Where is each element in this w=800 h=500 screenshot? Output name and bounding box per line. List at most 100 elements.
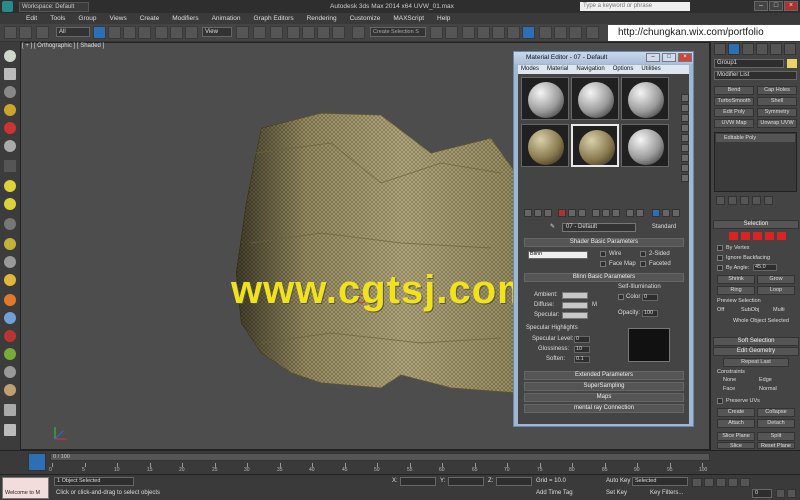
mirror-icon[interactable]: [430, 26, 443, 39]
spinner-snap-icon[interactable]: [332, 26, 345, 39]
select-by-material-icon[interactable]: [681, 164, 689, 172]
menu-graph-editors[interactable]: Graph Editors: [254, 15, 294, 22]
background-icon[interactable]: [681, 114, 689, 122]
object-name-field[interactable]: Group1: [714, 59, 784, 68]
teapot-tool-icon[interactable]: [4, 122, 16, 134]
soft-selection-rollout[interactable]: Soft Selection: [713, 337, 799, 346]
preview-off-radio[interactable]: Off: [717, 307, 724, 313]
constraint-face-radio[interactable]: Face: [723, 386, 735, 392]
keyboard-shortcut-icon[interactable]: [270, 26, 283, 39]
symmetry-button[interactable]: Symmetry: [757, 108, 797, 117]
me-menu-modes[interactable]: Modes: [521, 65, 539, 74]
helper-icon[interactable]: [4, 366, 16, 378]
by-angle-checkbox[interactable]: [717, 265, 723, 271]
sample-slot-6[interactable]: [621, 124, 669, 167]
torus-icon[interactable]: [4, 104, 16, 116]
show-map-icon[interactable]: [602, 209, 610, 217]
sphere-icon[interactable]: [4, 50, 16, 62]
systems-icon[interactable]: [4, 404, 16, 416]
sample-slot-5[interactable]: [571, 124, 619, 167]
ring-button[interactable]: Ring: [717, 286, 755, 295]
window-crossing-icon[interactable]: [138, 26, 151, 39]
menu-modifiers[interactable]: Modifiers: [172, 15, 198, 22]
ignore-backfacing-checkbox[interactable]: [717, 255, 723, 261]
time-slider[interactable]: 0 / 100: [50, 453, 710, 461]
sample-slot-4[interactable]: [521, 124, 569, 167]
spec-level-value[interactable]: 0: [574, 336, 590, 343]
me-menu-options[interactable]: Options: [613, 65, 634, 74]
align-icon[interactable]: [445, 26, 458, 39]
zoom-icon[interactable]: [776, 489, 785, 498]
me-minimize-button[interactable]: –: [646, 53, 660, 62]
split-button[interactable]: Split: [757, 432, 795, 441]
grow-button[interactable]: Grow: [757, 275, 795, 284]
box-icon[interactable]: [4, 68, 16, 80]
auto-key-button[interactable]: Auto Key: [606, 478, 630, 484]
paint-icon[interactable]: [4, 312, 16, 324]
maximize-button[interactable]: □: [769, 1, 783, 11]
assign-to-selection-icon[interactable]: [544, 209, 552, 217]
make-preview-icon[interactable]: [681, 144, 689, 152]
modify-tab-icon[interactable]: [728, 43, 740, 55]
active-toggle-icon[interactable]: [652, 209, 660, 217]
hierarchy-tab-icon[interactable]: [742, 43, 754, 55]
selection-filter-dropdown[interactable]: All: [56, 27, 90, 37]
modifier-list-dropdown[interactable]: Modifier List: [714, 71, 797, 80]
preview-multi-radio[interactable]: Multi: [773, 307, 785, 313]
menu-tools[interactable]: Tools: [50, 15, 65, 22]
display-tab-icon[interactable]: [770, 43, 782, 55]
viewport-label[interactable]: [ + ] [ Orthographic ] [ Shaded ]: [22, 43, 104, 49]
menu-edit[interactable]: Edit: [26, 15, 37, 22]
constraint-normal-radio[interactable]: Normal: [759, 386, 777, 392]
cap-holes-button[interactable]: Cap Holes: [757, 86, 797, 95]
shader-basic-rollout[interactable]: Shader Basic Parameters: [524, 238, 684, 247]
glossiness-value[interactable]: 10: [574, 346, 590, 353]
me-close-button[interactable]: ×: [678, 53, 692, 62]
extended-params-rollout[interactable]: Extended Parameters: [524, 371, 684, 380]
unwrap-uvw-button[interactable]: Unwrap UVW: [757, 119, 797, 128]
percent-snap-icon[interactable]: [317, 26, 330, 39]
menu-views[interactable]: Views: [109, 15, 126, 22]
scale-icon[interactable]: [185, 26, 198, 39]
remove-modifier-icon[interactable]: [752, 196, 761, 205]
supersampling-rollout[interactable]: SuperSampling: [524, 382, 684, 391]
particle-icon[interactable]: [4, 330, 16, 342]
vertex-mode-icon[interactable]: [729, 232, 738, 240]
pin-stack-icon[interactable]: [716, 196, 725, 205]
cylinder-icon[interactable]: [4, 86, 16, 98]
sample-slot-2[interactable]: [571, 77, 619, 120]
by-angle-value[interactable]: 45.0: [753, 264, 777, 271]
self-illum-color-checkbox[interactable]: [618, 294, 624, 300]
shrink-button[interactable]: Shrink: [717, 275, 755, 284]
maxscript-listener[interactable]: Welcome to M: [2, 477, 49, 499]
omni-light-icon[interactable]: [4, 198, 16, 210]
graphite-toggle-icon[interactable]: [477, 26, 490, 39]
snap-3d-icon[interactable]: [287, 26, 300, 39]
blinn-basic-rollout[interactable]: Blinn Basic Parameters: [524, 273, 684, 282]
sun-icon[interactable]: [4, 274, 16, 286]
current-frame-field[interactable]: 0: [752, 489, 772, 498]
reference-coord-dropdown[interactable]: View: [202, 27, 232, 37]
play-icon[interactable]: [716, 478, 726, 487]
effects-icon[interactable]: [4, 294, 16, 306]
pivot-icon[interactable]: [236, 26, 249, 39]
menu-help[interactable]: Help: [437, 15, 450, 22]
auto-key-mode-dropdown[interactable]: Selected: [632, 477, 688, 486]
soften-value[interactable]: 0.1: [574, 356, 590, 363]
me-menu-utilities[interactable]: Utilities: [641, 65, 660, 74]
faceted-checkbox[interactable]: [640, 261, 646, 267]
move-icon[interactable]: [155, 26, 168, 39]
rect-selection-icon[interactable]: [123, 26, 136, 39]
workspace-dropdown[interactable]: Workspace: Default: [19, 1, 89, 12]
material-editor-titlebar[interactable]: Material Editor - 07 - Default – □ ×: [514, 52, 693, 64]
mini-curve-editor-icon[interactable]: [28, 453, 46, 471]
turbosmooth-button[interactable]: TurboSmooth: [714, 97, 754, 106]
search-input[interactable]: Type a keyword or phrase: [580, 2, 690, 11]
element-mode-icon[interactable]: [777, 232, 786, 240]
list-icon[interactable]: [662, 209, 670, 217]
select-by-name-icon[interactable]: [108, 26, 121, 39]
configure-sets-icon[interactable]: [764, 196, 773, 205]
preview-subobj-radio[interactable]: SubObj: [741, 307, 759, 313]
named-selection-dropdown[interactable]: Create Selection S: [370, 27, 426, 37]
by-vertex-checkbox[interactable]: [717, 245, 723, 251]
